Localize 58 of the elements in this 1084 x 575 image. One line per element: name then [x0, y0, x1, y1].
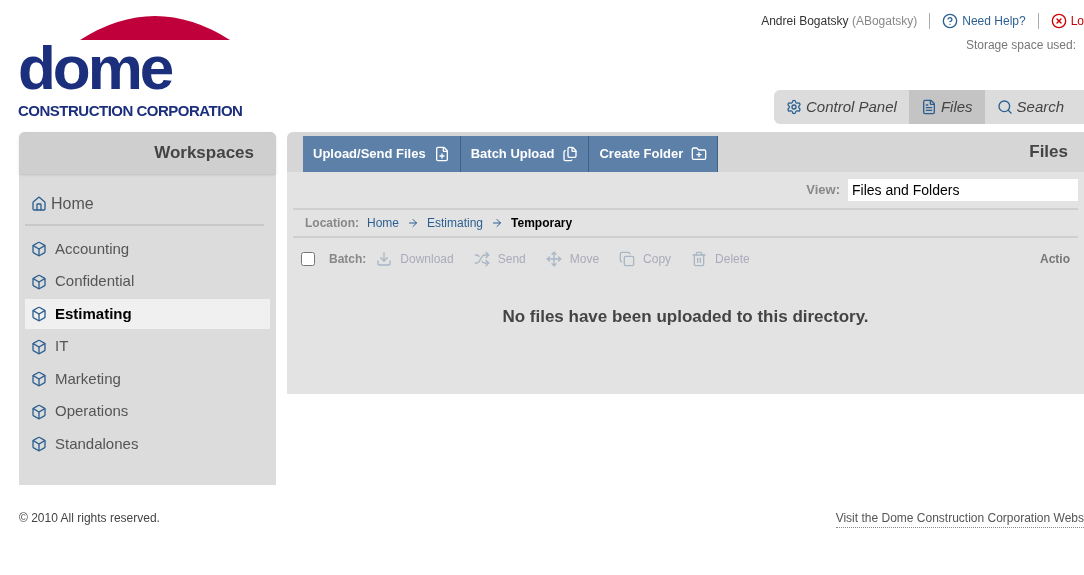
breadcrumb-link[interactable]: Home [367, 214, 399, 232]
location-label: Location: [305, 215, 359, 232]
cube-icon [31, 273, 47, 290]
search-icon [996, 99, 1013, 115]
workspace-item[interactable]: Accounting [25, 234, 270, 264]
gear-icon [786, 99, 802, 115]
folder-plus-icon [691, 146, 708, 162]
move-icon [545, 251, 562, 267]
breadcrumb-link[interactable]: Estimating [427, 214, 484, 232]
cube-icon [31, 436, 47, 452]
cube-icon [31, 338, 47, 355]
trash-icon [691, 251, 708, 267]
section-title: Files [1029, 141, 1069, 164]
arrow-icon [491, 217, 504, 229]
home-link[interactable]: Home [25, 192, 264, 226]
cube-icon [31, 306, 47, 322]
help-icon [942, 13, 959, 29]
toolbar-button[interactable]: Upload/Send Files [303, 136, 461, 172]
storage-label: Storage space used: [965, 37, 1076, 54]
view-select[interactable]: Files and Folders [848, 179, 1078, 201]
main-tab[interactable]: Control Panel [774, 90, 909, 124]
toolbar-button[interactable]: Batch Upload [460, 136, 590, 172]
copyright: © 2010 All rights reserved. [19, 510, 160, 527]
cube-icon [31, 403, 47, 420]
panel-title: Workspaces [154, 142, 254, 165]
main-tab[interactable]: Files [908, 90, 985, 124]
cube-icon [31, 371, 47, 387]
main-tab[interactable]: Search [984, 90, 1077, 124]
download-icon [376, 251, 393, 267]
file-plus-icon [433, 146, 450, 162]
arrows-icon [473, 251, 490, 267]
batch-label: Batch: [329, 251, 367, 268]
breadcrumb-current: Temporary [511, 215, 573, 232]
workspace-item[interactable]: Estimating [25, 299, 270, 329]
files-plus-icon [562, 146, 579, 162]
cube-icon [31, 241, 47, 257]
website-link[interactable]: Visit the Dome Construction Corporation Webs [835, 509, 1084, 528]
batch-checkbox[interactable] [301, 252, 315, 266]
arrow-icon [407, 217, 419, 229]
actions-header: Actio [1040, 251, 1070, 268]
logo-wordmark: dome [18, 40, 172, 96]
home-icon [31, 196, 47, 212]
dome-arch-icon [80, 14, 230, 40]
workspace-item[interactable]: Confidential [25, 266, 270, 297]
close-icon [1050, 13, 1067, 29]
workspace-item[interactable]: Standalones [25, 429, 270, 459]
workspace-item[interactable]: Operations [25, 396, 270, 427]
help-link[interactable]: Need Help? [942, 12, 1026, 30]
workspace-item[interactable]: Marketing [25, 364, 270, 394]
view-label: View: [806, 181, 840, 200]
logo-subtitle: CONSTRUCTION CORPORATION [18, 101, 244, 121]
copy-icon [619, 251, 636, 267]
document-icon [920, 99, 937, 115]
workspace-item[interactable]: IT [25, 331, 270, 362]
user-name: Andrei Bogatsky (ABogatsky) [761, 13, 918, 30]
toolbar-button[interactable]: Create Folder [589, 136, 719, 172]
logout-link[interactable]: Lo [1050, 12, 1084, 30]
empty-message: No files have been uploaded to this directory. [502, 306, 869, 329]
